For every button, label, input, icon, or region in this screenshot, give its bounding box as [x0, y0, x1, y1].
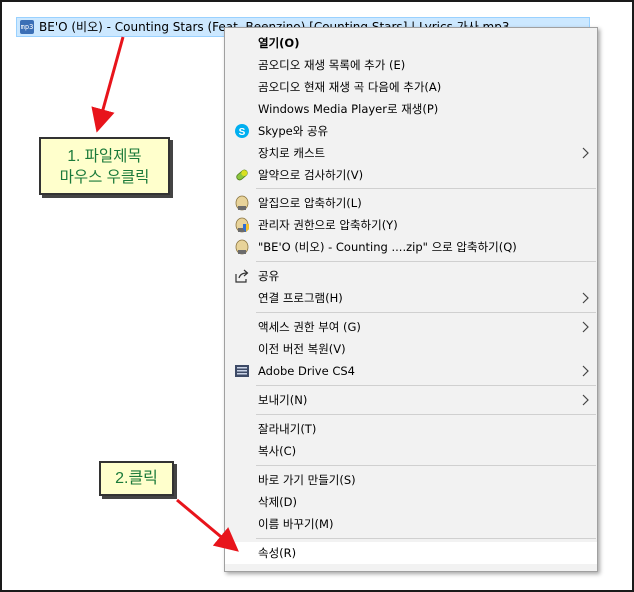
mp3-file-icon: mp3 — [20, 20, 34, 34]
menu-item-open-with[interactable]: 연결 프로그램(H) — [225, 287, 597, 309]
menu-item-adobe-drive[interactable]: Adobe Drive CS4 — [225, 360, 597, 382]
menu-item-skype-share[interactable]: S Skype와 공유 — [225, 120, 597, 142]
menu-item-rename[interactable]: 이름 바꾸기(M) — [225, 513, 597, 535]
menu-item-share[interactable]: 공유 — [225, 265, 597, 287]
menu-item-gomaudio-add-playlist[interactable]: 곰오디오 재생 목록에 추가 (E) — [225, 54, 597, 76]
menu-separator — [256, 188, 596, 189]
menu-item-properties[interactable]: 속성(R) — [225, 542, 597, 564]
alzip-admin-icon — [234, 217, 250, 233]
alyac-pill-icon — [234, 167, 250, 183]
menu-item-copy[interactable]: 복사(C) — [225, 440, 597, 462]
annotation-note-click: 2.클릭 — [99, 461, 174, 496]
menu-separator — [256, 312, 596, 313]
adobe-drive-icon — [234, 363, 250, 379]
menu-item-cast-to-device[interactable]: 장치로 캐스트 — [225, 142, 597, 164]
menu-item-give-access[interactable]: 액세스 권한 부여 (G) — [225, 316, 597, 338]
menu-separator — [256, 538, 596, 539]
menu-item-cut[interactable]: 잘라내기(T) — [225, 418, 597, 440]
chevron-right-icon — [578, 320, 592, 334]
menu-item-alzip-compress[interactable]: 알집으로 압축하기(L) — [225, 192, 597, 214]
menu-item-delete[interactable]: 삭제(D) — [225, 491, 597, 513]
menu-item-restore-previous[interactable]: 이전 버전 복원(V) — [225, 338, 597, 360]
alzip-icon — [234, 239, 250, 255]
annotation-note-right-click: 1. 파일제목 마우스 우클릭 — [39, 137, 170, 195]
chevron-right-icon — [578, 364, 592, 378]
menu-item-send-to[interactable]: 보내기(N) — [225, 389, 597, 411]
annotation-text: 2.클릭 — [115, 470, 158, 487]
menu-separator — [256, 385, 596, 386]
menu-item-open[interactable]: 열기(O) — [225, 32, 597, 54]
menu-separator — [256, 261, 596, 262]
menu-item-alzip-compress-to-zip[interactable]: "BE'O (비오) - Counting ....zip" 으로 압축하기(Q… — [225, 236, 597, 258]
menu-item-create-shortcut[interactable]: 바로 가기 만들기(S) — [225, 469, 597, 491]
chevron-right-icon — [578, 291, 592, 305]
chevron-right-icon — [578, 146, 592, 160]
svg-text:S: S — [239, 127, 246, 138]
menu-separator — [256, 465, 596, 466]
chevron-right-icon — [578, 393, 592, 407]
context-menu: 열기(O) 곰오디오 재생 목록에 추가 (E) 곰오디오 현재 재생 곡 다음… — [224, 27, 598, 572]
menu-item-play-wmp[interactable]: Windows Media Player로 재생(P) — [225, 98, 597, 120]
menu-item-alzip-admin[interactable]: 관리자 권한으로 압축하기(Y) — [225, 214, 597, 236]
annotation-text: 마우스 우클릭 — [59, 169, 150, 186]
annotation-text: 1. 파일제목 — [67, 148, 142, 165]
share-icon — [234, 268, 250, 284]
menu-item-alyac-scan[interactable]: 알약으로 검사하기(V) — [225, 164, 597, 186]
alzip-icon — [234, 195, 250, 211]
menu-item-gomaudio-play-next[interactable]: 곰오디오 현재 재생 곡 다음에 추가(A) — [225, 76, 597, 98]
menu-separator — [256, 414, 596, 415]
skype-icon: S — [234, 123, 250, 139]
